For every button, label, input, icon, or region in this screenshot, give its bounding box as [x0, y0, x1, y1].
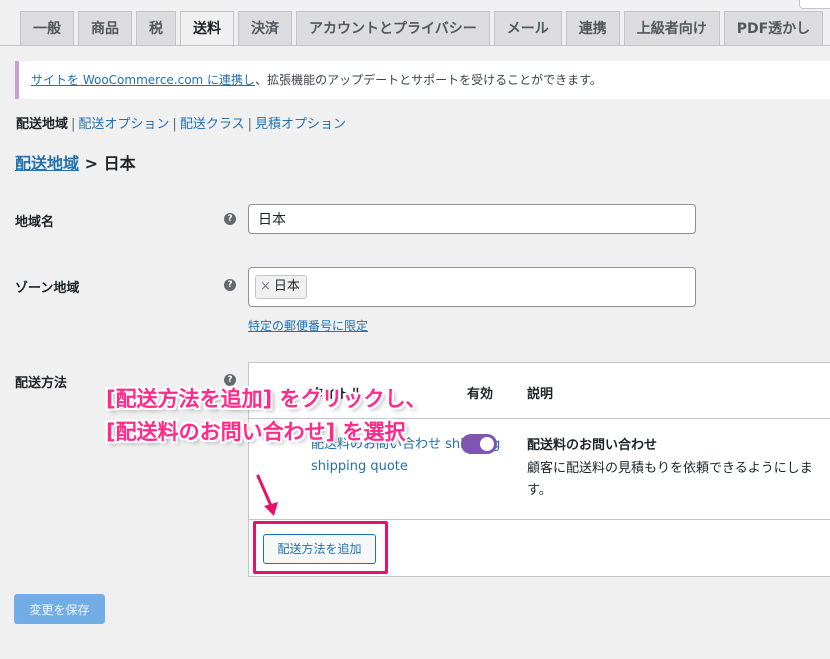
help-icon[interactable]: ? [224, 213, 236, 225]
annotation-arrow-icon [256, 474, 278, 516]
settings-tabs: 一般 商品 税 送料 決済 アカウントとプライバシー メール 連携 上級者向け … [20, 11, 824, 47]
breadcrumb: 配送地域 > 日本 [15, 150, 136, 174]
tab-advanced[interactable]: 上級者向け [623, 11, 720, 45]
region-chip: × 日本 [255, 275, 307, 299]
col-description: 説明 [527, 387, 554, 402]
tab-integration[interactable]: 連携 [565, 11, 620, 45]
save-changes-button[interactable]: 変更を保存 [14, 594, 105, 624]
method-title-sub[interactable]: shipping quote [311, 459, 408, 474]
zone-regions-select[interactable]: × 日本 [248, 267, 696, 307]
tab-payments[interactable]: 決済 [238, 11, 292, 45]
tab-shipping[interactable]: 送料 [180, 11, 234, 47]
tab-pdf-watermark[interactable]: PDF透かし [723, 11, 824, 45]
tab-emails[interactable]: メール [493, 11, 562, 45]
subnav-options[interactable]: 配送オプション [78, 117, 169, 132]
method-desc-text: 顧客に配送料の見積もりを依頼できるようにします。 [527, 461, 813, 498]
method-enabled-toggle[interactable] [461, 434, 497, 454]
limit-postcodes-link[interactable]: 特定の郵便番号に限定 [248, 317, 368, 334]
annotation-line-1: [配送方法を追加] をクリックし、 [106, 387, 427, 411]
shipping-subnav: 配送地域 | 配送オプション | 配送クラス | 見積オプション [16, 117, 346, 132]
shipping-methods-label: 配送方法 [15, 376, 68, 391]
zone-name-input[interactable] [248, 204, 696, 234]
breadcrumb-zones-link[interactable]: 配送地域 [15, 154, 79, 173]
tab-accounts-privacy[interactable]: アカウントとプライバシー [296, 11, 490, 45]
breadcrumb-separator: > [79, 154, 104, 173]
remove-chip-icon[interactable]: × [260, 279, 271, 294]
tab-divider [0, 45, 830, 46]
zone-name-label: 地域名 [15, 215, 55, 230]
help-icon[interactable]: ? [224, 279, 236, 291]
breadcrumb-current: 日本 [103, 154, 136, 173]
notice-text: 、拡張機能のアップデートとサポートを受けることができます。 [255, 73, 602, 87]
col-enabled: 有効 [467, 387, 494, 402]
connect-link[interactable]: サイトを WooCommerce.com に連携し [31, 73, 255, 87]
subnav-quote-options[interactable]: 見積オプション [255, 117, 346, 132]
subnav-zones[interactable]: 配送地域 [16, 117, 68, 132]
method-desc-title: 配送料のお問い合わせ [527, 438, 658, 453]
subnav-classes[interactable]: 配送クラス [180, 117, 245, 132]
annotation-line-2: [配送料のお問い合わせ] を選択 [106, 420, 406, 444]
region-chip-label: 日本 [273, 279, 300, 294]
tab-products[interactable]: 商品 [78, 11, 132, 45]
connect-notice: サイトを WooCommerce.com に連携し、拡張機能のアップデートとサポ… [15, 61, 830, 99]
tab-tax[interactable]: 税 [136, 11, 176, 45]
help-tab-edge[interactable] [799, 0, 830, 9]
zone-regions-label: ゾーン地域 [15, 281, 80, 296]
tab-general[interactable]: 一般 [20, 11, 74, 45]
add-shipping-method-button[interactable]: 配送方法を追加 [263, 534, 376, 564]
annotation-callout: [配送方法を追加] をクリックし、 [配送料のお問い合わせ] を選択 [106, 383, 427, 449]
